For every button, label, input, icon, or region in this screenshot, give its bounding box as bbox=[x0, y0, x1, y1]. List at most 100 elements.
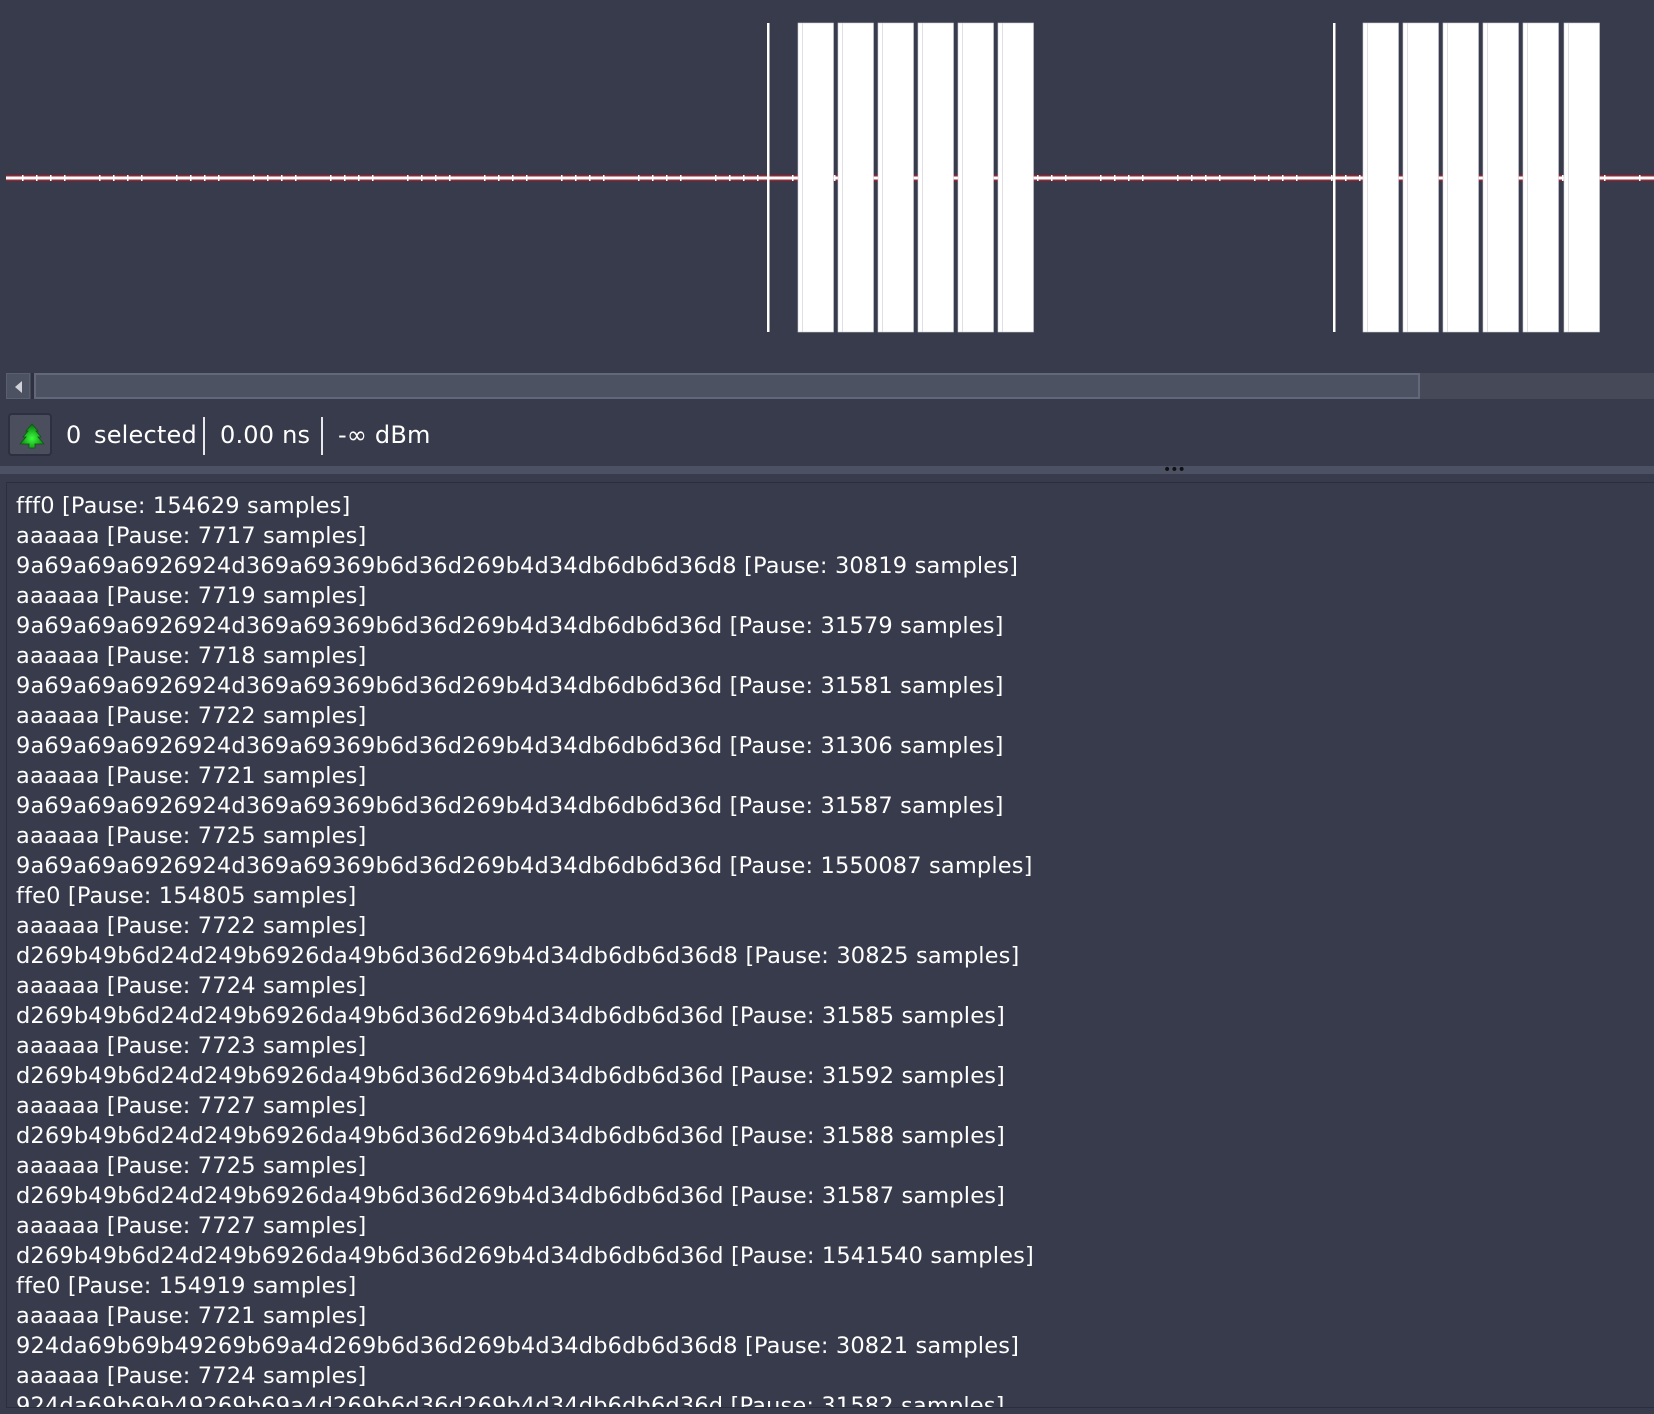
decoded-line[interactable]: aaaaaa [Pause: 7719 samples] bbox=[7, 581, 1654, 611]
noise-tick bbox=[64, 175, 66, 181]
noise-tick bbox=[561, 175, 563, 181]
green-tree-arrow-icon bbox=[19, 423, 45, 449]
noise-tick bbox=[1128, 175, 1130, 181]
noise-tick bbox=[190, 175, 192, 181]
noise-tick bbox=[652, 175, 654, 181]
noise-tick bbox=[666, 175, 668, 181]
noise-tick bbox=[484, 175, 486, 181]
noise-tick bbox=[99, 175, 101, 181]
decoded-line[interactable]: d269b49b6d24d249b6926da49b6d36d269b4d34d… bbox=[7, 1061, 1654, 1091]
noise-tick bbox=[218, 175, 220, 181]
horizontal-scrollbar[interactable] bbox=[6, 373, 1654, 399]
noise-tick bbox=[1345, 175, 1347, 181]
noise-tick bbox=[127, 175, 129, 181]
decoded-line[interactable]: aaaaaa [Pause: 7723 samples] bbox=[7, 1031, 1654, 1061]
noise-tick bbox=[589, 175, 591, 181]
noise-tick bbox=[50, 175, 52, 181]
noise-tick bbox=[267, 175, 269, 181]
noise-tick bbox=[792, 175, 794, 181]
pulse bbox=[957, 22, 994, 333]
decoded-line[interactable]: d269b49b6d24d249b6926da49b6d36d269b4d34d… bbox=[7, 941, 1654, 971]
pulse bbox=[1362, 22, 1399, 333]
signal-view[interactable] bbox=[0, 0, 1654, 365]
decoded-line[interactable]: 9a69a69a6926924d369a69369b6d36d269b4d34d… bbox=[7, 671, 1654, 701]
noise-tick bbox=[603, 175, 605, 181]
decoded-line[interactable]: 9a69a69a6926924d369a69369b6d36d269b4d34d… bbox=[7, 791, 1654, 821]
noise-tick bbox=[1037, 175, 1039, 181]
decoded-line[interactable]: d269b49b6d24d249b6926da49b6d36d269b4d34d… bbox=[7, 1181, 1654, 1211]
noise-tick bbox=[281, 175, 283, 181]
pulse bbox=[877, 22, 914, 333]
noise-tick bbox=[176, 175, 178, 181]
scrollbar-handle[interactable] bbox=[34, 373, 1420, 399]
pin-button[interactable] bbox=[8, 413, 52, 456]
pulse bbox=[1442, 22, 1479, 333]
noise-tick bbox=[1254, 175, 1256, 181]
noise-tick bbox=[253, 175, 255, 181]
decoded-line[interactable]: aaaaaa [Pause: 7725 samples] bbox=[7, 821, 1654, 851]
decoded-line[interactable]: aaaaaa [Pause: 7721 samples] bbox=[7, 761, 1654, 791]
decoded-output-list[interactable]: fff0 [Pause: 154629 samples] aaaaaa [Paus… bbox=[6, 482, 1654, 1408]
preamble-spike bbox=[1333, 23, 1336, 332]
decoded-line[interactable]: aaaaaa [Pause: 7718 samples] bbox=[7, 641, 1654, 671]
noise-tick bbox=[358, 175, 360, 181]
noise-tick bbox=[344, 175, 346, 181]
decoded-line[interactable]: aaaaaa [Pause: 7725 samples] bbox=[7, 1151, 1654, 1181]
decoded-line[interactable]: d269b49b6d24d249b6926da49b6d36d269b4d34d… bbox=[7, 1001, 1654, 1031]
noise-tick bbox=[834, 175, 836, 181]
scroll-left-button[interactable] bbox=[6, 373, 30, 399]
decoded-line[interactable]: aaaaaa [Pause: 7727 samples] bbox=[7, 1211, 1654, 1241]
pulse bbox=[917, 22, 954, 333]
status-divider bbox=[321, 417, 323, 455]
noise-tick bbox=[638, 175, 640, 181]
decoded-line[interactable]: d269b49b6d24d249b6926da49b6d36d269b4d34d… bbox=[7, 1241, 1654, 1271]
pulse bbox=[797, 22, 834, 333]
decoded-line[interactable]: 9a69a69a6926924d369a69369b6d36d269b4d34d… bbox=[7, 551, 1654, 581]
decoded-line[interactable]: d269b49b6d24d249b6926da49b6d36d269b4d34d… bbox=[7, 1121, 1654, 1151]
noise-tick bbox=[1177, 175, 1179, 181]
noise-tick bbox=[1065, 175, 1067, 181]
decoded-line[interactable]: 924da69b69b49269b69a4d269b6d36d269b4d34d… bbox=[7, 1331, 1654, 1361]
decoded-line[interactable]: 9a69a69a6926924d369a69369b6d36d269b4d34d… bbox=[7, 611, 1654, 641]
noise-tick bbox=[407, 175, 409, 181]
preamble-spike bbox=[767, 23, 770, 332]
decoded-line[interactable]: 924da69b69b49269b69a4d269b6d36d269b4d34d… bbox=[7, 1391, 1654, 1407]
decoded-line[interactable]: 9a69a69a6926924d369a69369b6d36d269b4d34d… bbox=[7, 851, 1654, 881]
decoded-line[interactable]: ffe0 [Pause: 154805 samples] bbox=[7, 881, 1654, 911]
decoded-line[interactable]: 9a69a69a6926924d369a69369b6d36d269b4d34d… bbox=[7, 731, 1654, 761]
duration-readout: 0.00 ns bbox=[220, 421, 311, 449]
decoded-line[interactable]: aaaaaa [Pause: 7724 samples] bbox=[7, 1361, 1654, 1391]
noise-tick bbox=[575, 175, 577, 181]
noise-tick bbox=[526, 175, 528, 181]
noise-tick bbox=[1359, 175, 1361, 181]
waveform-plot[interactable] bbox=[0, 0, 1654, 365]
decoded-line[interactable]: aaaaaa [Pause: 7722 samples] bbox=[7, 701, 1654, 731]
decoded-line[interactable]: aaaaaa [Pause: 7724 samples] bbox=[7, 971, 1654, 1001]
pulse bbox=[1563, 22, 1600, 333]
noise-tick bbox=[449, 175, 451, 181]
noise-tick bbox=[1114, 175, 1116, 181]
noise-tick bbox=[729, 175, 731, 181]
decoded-line[interactable]: ffe0 [Pause: 154919 samples] bbox=[7, 1271, 1654, 1301]
waveform bbox=[6, 22, 1654, 333]
noise-tick bbox=[295, 175, 297, 181]
decoded-line[interactable]: aaaaaa [Pause: 7722 samples] bbox=[7, 911, 1654, 941]
noise-tick bbox=[372, 175, 374, 181]
status-divider bbox=[203, 417, 205, 455]
noise-tick bbox=[1282, 175, 1284, 181]
noise-tick bbox=[1562, 175, 1564, 181]
noise-tick bbox=[1604, 175, 1606, 181]
power-readout: -∞ dBm bbox=[338, 421, 431, 449]
decoded-line[interactable]: aaaaaa [Pause: 7717 samples] bbox=[7, 521, 1654, 551]
panel-splitter[interactable]: ••• bbox=[0, 463, 1654, 477]
noise-tick bbox=[1051, 175, 1053, 181]
noise-tick bbox=[1205, 175, 1207, 181]
decoded-line[interactable]: aaaaaa [Pause: 7727 samples] bbox=[7, 1091, 1654, 1121]
noise-tick bbox=[113, 175, 115, 181]
triangle-left-icon bbox=[15, 381, 22, 393]
noise-tick bbox=[204, 175, 206, 181]
noise-tick bbox=[1191, 175, 1193, 181]
noise-tick bbox=[22, 175, 24, 181]
decoded-line[interactable]: aaaaaa [Pause: 7721 samples] bbox=[7, 1301, 1654, 1331]
decoded-line[interactable]: fff0 [Pause: 154629 samples] bbox=[7, 491, 1654, 521]
